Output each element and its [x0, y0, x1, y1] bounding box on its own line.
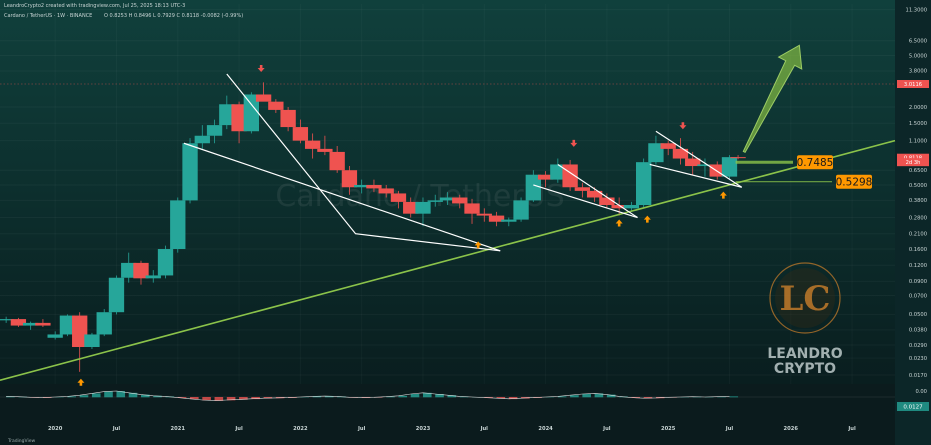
- candle-body: [35, 322, 51, 326]
- time-tick: 2025: [661, 426, 676, 432]
- candle-body: [304, 140, 321, 149]
- candle-body: [194, 135, 210, 144]
- price-label: 3.0116: [904, 82, 922, 88]
- logo-line2: CRYPTO: [774, 361, 836, 377]
- logo-line1: LEANDRO: [767, 346, 842, 362]
- candle-body: [390, 193, 407, 202]
- candle-body: [476, 213, 492, 216]
- candle-body: [452, 197, 468, 204]
- candle-body: [96, 312, 112, 335]
- price-tick: 2.0000: [909, 105, 927, 111]
- candle-body: [464, 203, 480, 214]
- candle-body: [574, 187, 591, 191]
- candle-body: [427, 200, 443, 202]
- osc-bar: [91, 393, 101, 398]
- time-tick: Jul: [112, 426, 121, 432]
- osc-bar: [104, 391, 113, 398]
- price-tick: 0.0500: [909, 312, 927, 318]
- attribution-text: LeandroCrypto2 created with tradingview.…: [4, 3, 185, 9]
- price-tick: 0.0290: [909, 343, 927, 349]
- candle-body: [182, 143, 198, 201]
- time-tick: 2020: [48, 426, 63, 432]
- candle-body: [268, 101, 284, 110]
- symbol-info: Cardano / TetherUS · 1W · BINANCE: [4, 13, 92, 19]
- price-tick: 0.1200: [909, 263, 927, 269]
- price-tick: 6.5000: [909, 39, 927, 45]
- candle-body: [317, 148, 333, 152]
- candle-body: [170, 200, 186, 250]
- candle-body: [378, 188, 394, 194]
- price-tick: 0.0230: [909, 356, 927, 362]
- price-tick: 0.0380: [909, 328, 927, 334]
- candle-body: [255, 94, 272, 102]
- candle-body: [108, 277, 125, 313]
- price-tick: 0.0170: [909, 373, 927, 379]
- candle-body: [47, 334, 63, 338]
- candle-body: [501, 219, 517, 222]
- candle-body: [730, 157, 746, 159]
- level-label: 0.5298: [836, 177, 873, 189]
- osc-bar: [398, 395, 408, 398]
- price-tick: 11.3000: [906, 7, 927, 13]
- candle-body: [660, 143, 676, 149]
- price-tick: 1.1000: [909, 138, 927, 144]
- osc-bar: [729, 396, 739, 398]
- candle-body: [206, 125, 223, 136]
- time-tick: Jul: [602, 426, 611, 432]
- time-tick: Jul: [234, 426, 243, 432]
- candle-body: [636, 162, 652, 206]
- logo: LC: [769, 262, 841, 334]
- osc-bar: [79, 395, 89, 398]
- price-tick: 3.8000: [909, 69, 927, 75]
- candle-body: [157, 249, 174, 276]
- candle-body: [623, 205, 640, 209]
- osc-zero-label: 0.00: [915, 389, 927, 395]
- time-tick: Jul: [725, 426, 734, 432]
- time-tick: Jul: [357, 426, 366, 432]
- price-tick: 0.2100: [909, 232, 927, 238]
- time-tick: 2023: [416, 426, 431, 432]
- chart-window: Cardano / TetherUS LeandroCrypto2 create…: [0, 0, 931, 445]
- price-tick: 0.0700: [909, 293, 927, 299]
- time-tick: Jul: [847, 426, 856, 432]
- osc-bar: [570, 395, 579, 398]
- tradingview-brand: TradingView: [7, 438, 36, 444]
- candle-body: [329, 151, 345, 171]
- price-tick: 0.5000: [909, 183, 927, 189]
- osc-bar: [582, 394, 591, 398]
- candle-body: [341, 170, 358, 188]
- osc-bar: [410, 394, 420, 398]
- candle-body: [145, 275, 161, 279]
- osc-value-label: 0.0127: [903, 405, 923, 411]
- price-tick: 0.0900: [909, 279, 927, 285]
- price-tick: 0.1600: [909, 247, 927, 253]
- time-tick: 2021: [171, 426, 186, 432]
- level-label: 0.7485: [797, 157, 834, 169]
- price-chart[interactable]: Cardano / TetherUS LeandroCrypto2 create…: [0, 0, 931, 445]
- candle-body: [292, 127, 309, 141]
- price-tick: 0.2800: [909, 215, 927, 221]
- candle-body: [415, 201, 431, 214]
- price-tick: 0.3800: [909, 198, 927, 204]
- logo-mark: LC: [780, 279, 831, 319]
- price-tick: 5.0000: [909, 53, 927, 59]
- candle-body: [513, 200, 529, 220]
- time-tick: 2024: [538, 426, 553, 432]
- candle-body: [280, 109, 296, 128]
- price-tick: 0.6500: [909, 168, 927, 174]
- candle-body: [721, 157, 738, 177]
- candle-body: [366, 184, 382, 189]
- time-tick: Jul: [480, 426, 489, 432]
- time-tick: 2026: [784, 426, 799, 432]
- time-tick: 2022: [293, 426, 308, 432]
- price-tick: 1.5000: [909, 121, 927, 127]
- price-label: 2d 3h: [906, 160, 921, 166]
- ohlc-values: O 0.8253 H 0.8496 L 0.7929 C 0.8118 -0.0…: [104, 13, 243, 19]
- candle-body: [84, 334, 100, 348]
